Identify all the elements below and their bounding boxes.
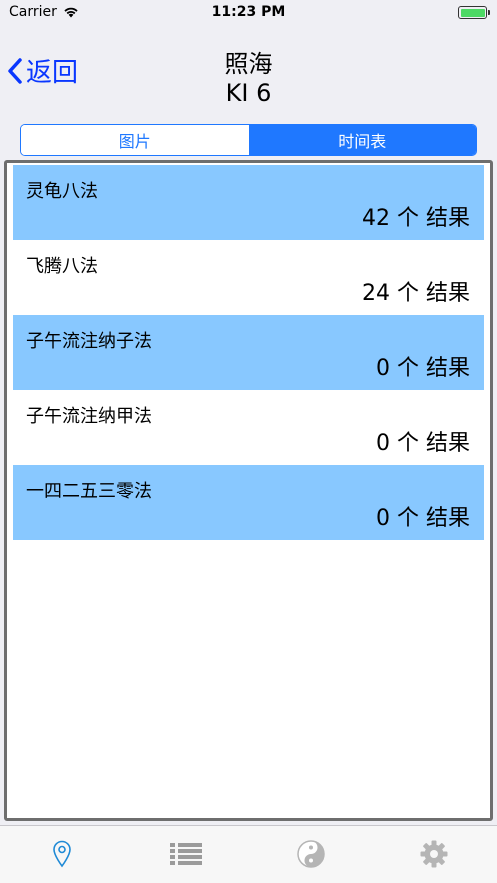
method-name: 灵龟八法	[26, 181, 98, 202]
title-code: KI 6	[225, 79, 272, 107]
result-count: 42 个 结果	[362, 206, 470, 231]
segment-timetable[interactable]: 时间表	[248, 125, 476, 155]
method-name: 子午流注纳甲法	[26, 406, 152, 427]
list-item[interactable]: 子午流注纳子法 0 个 结果	[13, 315, 484, 390]
tab-list[interactable]	[168, 838, 204, 870]
result-count: 0 个 结果	[376, 431, 470, 456]
method-name: 子午流注纳子法	[26, 331, 152, 352]
result-count: 0 个 结果	[376, 506, 470, 531]
tab-bar	[0, 825, 497, 883]
status-time: 11:23 PM	[211, 4, 286, 20]
list-item[interactable]: 一四二五三零法 0 个 结果	[13, 465, 484, 540]
tab-settings[interactable]	[416, 838, 452, 870]
method-name: 一四二五三零法	[26, 481, 152, 502]
list-item[interactable]: 灵龟八法 42 个 结果	[13, 165, 484, 240]
segment-picture[interactable]: 图片	[21, 125, 249, 155]
page-title: 照海 KI 6	[0, 50, 497, 108]
status-bar: Carrier 11:23 PM	[0, 0, 497, 26]
title-chinese: 照海	[224, 50, 273, 78]
result-count: 0 个 结果	[376, 356, 470, 381]
segmented-control: 图片 时间表	[20, 124, 477, 156]
list-icon	[170, 843, 202, 865]
battery-fill	[460, 8, 485, 17]
location-pin-icon	[53, 840, 71, 868]
gear-icon	[420, 840, 448, 868]
results-list: 灵龟八法 42 个 结果 飞腾八法 24 个 结果 子午流注纳子法 0 个 结果…	[4, 160, 493, 821]
method-name: 飞腾八法	[26, 256, 98, 277]
tab-yin-yang[interactable]	[293, 838, 329, 870]
result-count: 24 个 结果	[362, 281, 470, 306]
list-item[interactable]: 飞腾八法 24 个 结果	[13, 240, 484, 315]
navigation-bar: 返回 照海 KI 6	[0, 26, 497, 116]
battery-cap	[488, 10, 490, 15]
tab-location[interactable]	[44, 838, 80, 870]
list-item[interactable]: 子午流注纳甲法 0 个 结果	[13, 390, 484, 465]
battery-icon	[458, 6, 490, 19]
yin-yang-icon	[297, 840, 325, 868]
